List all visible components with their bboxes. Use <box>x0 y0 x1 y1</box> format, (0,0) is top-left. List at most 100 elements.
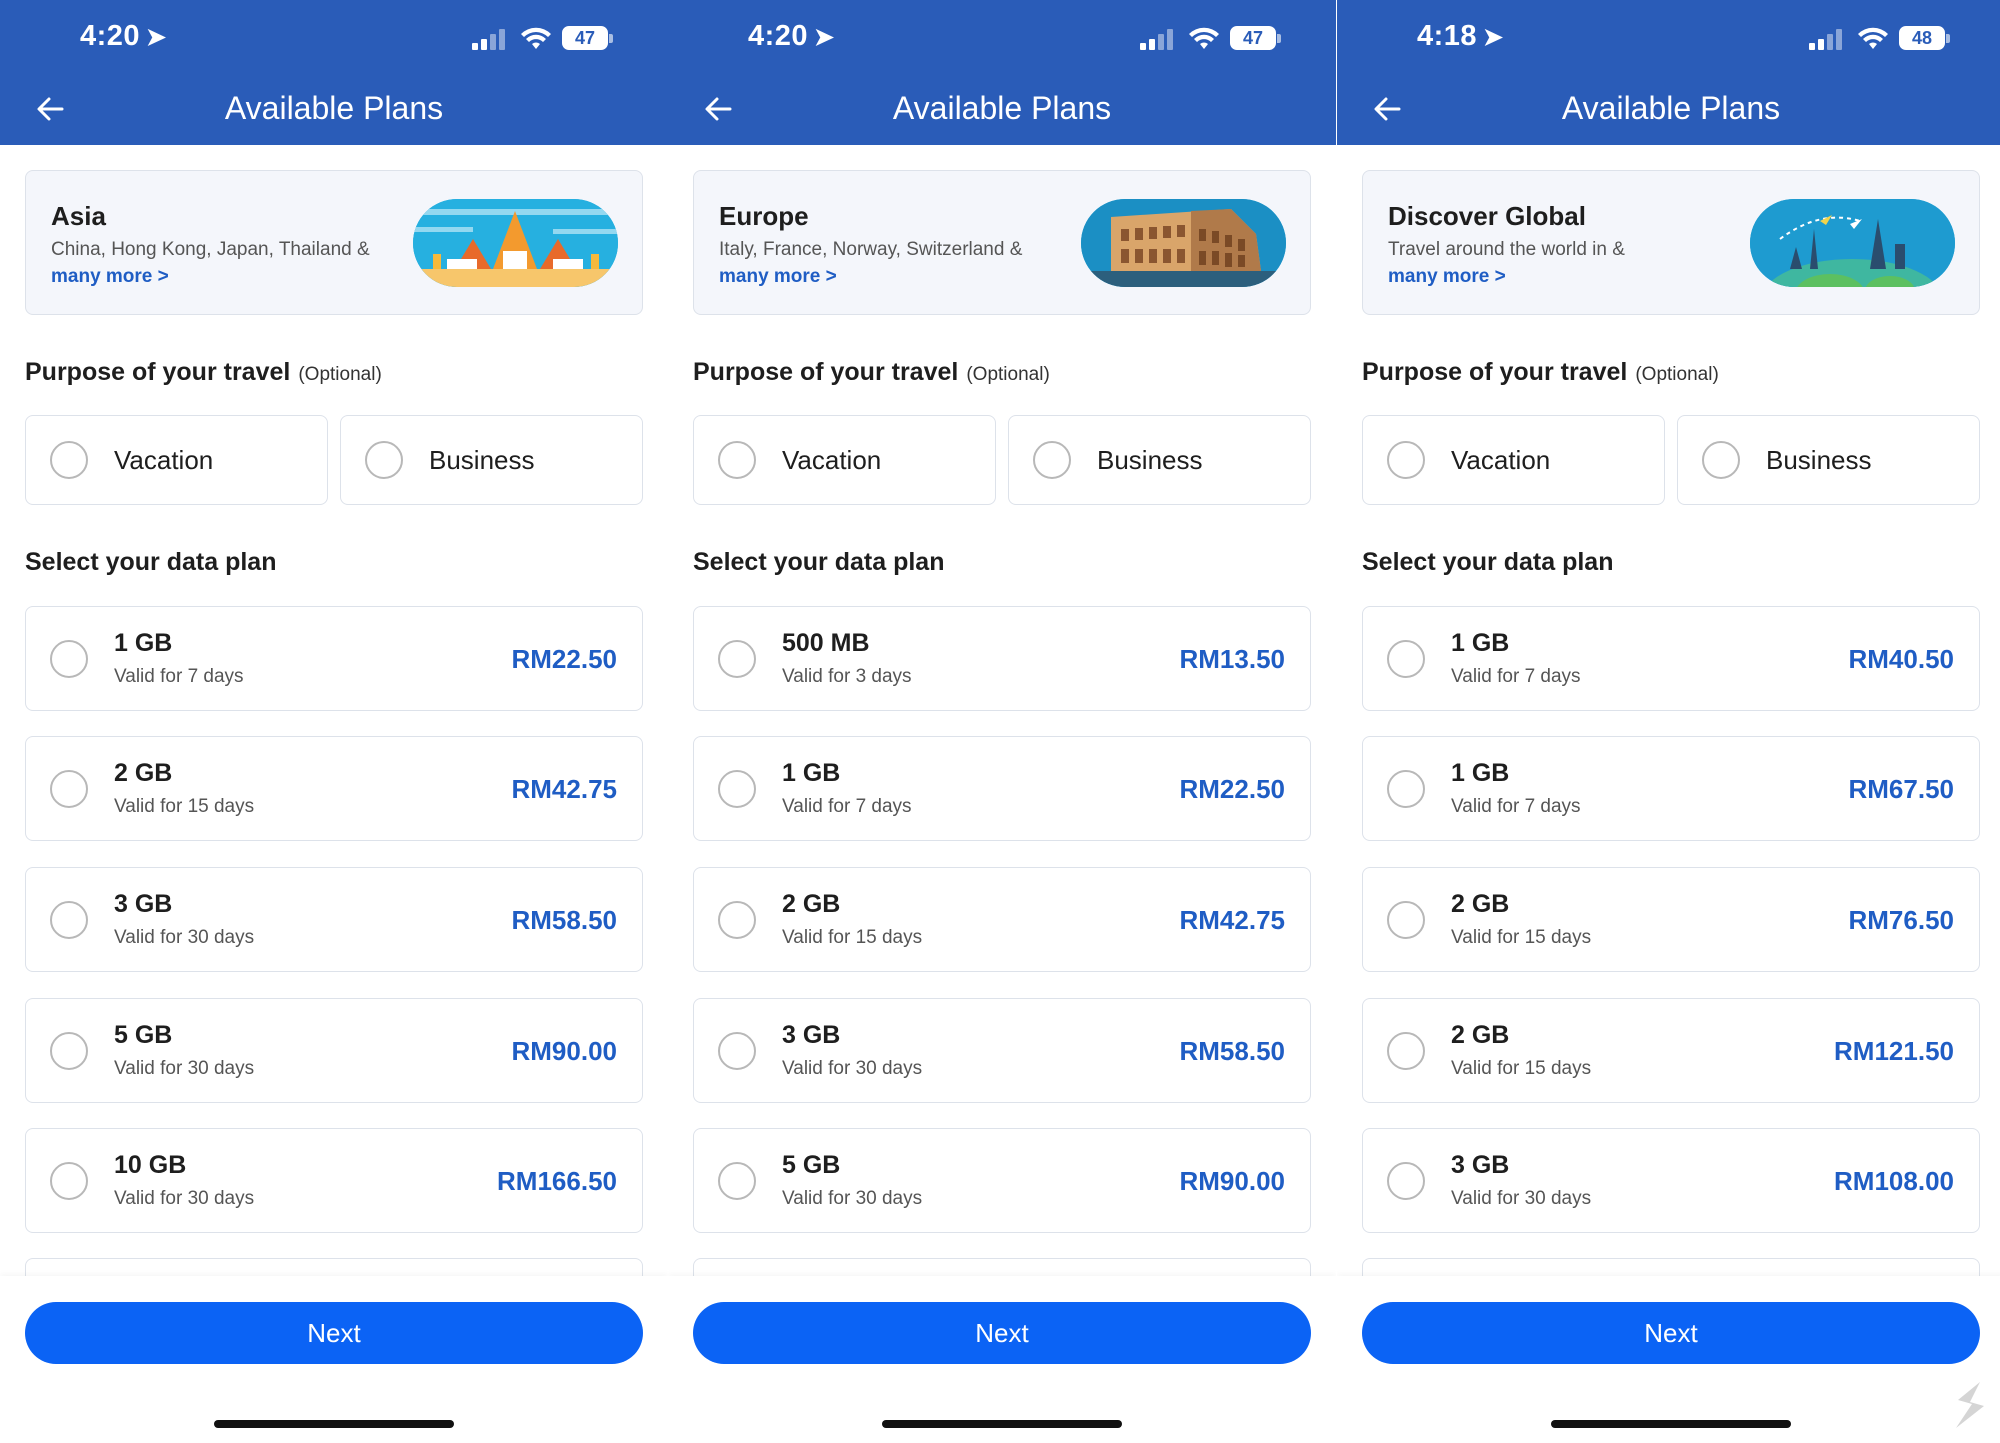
optional-label: (Optional) <box>298 364 382 385</box>
plan-validity: Valid for 30 days <box>782 1058 923 1079</box>
radio-button[interactable] <box>1387 1162 1425 1200</box>
radio-button[interactable] <box>1387 1032 1425 1070</box>
battery-icon: 47 <box>1230 26 1281 50</box>
status-time: 4:18 ➤ <box>1417 20 1504 52</box>
plan-size: 2 GB <box>782 890 841 918</box>
plan-price: RM13.50 <box>1179 644 1286 674</box>
optional-label: (Optional) <box>1635 364 1719 385</box>
radio-button[interactable] <box>718 770 756 808</box>
destination-description: China, Hong Kong, Japan, Thailand & <box>51 239 370 260</box>
globe-illustration-icon <box>1750 199 1955 287</box>
many-more-link[interactable]: many more > <box>719 266 837 288</box>
purpose-option-vacation[interactable]: Vacation <box>693 415 996 505</box>
purpose-label: Business <box>1766 445 1872 475</box>
purpose-label: Business <box>429 445 535 475</box>
radio-button[interactable] <box>1702 441 1740 479</box>
page-title: Available Plans <box>1561 90 1781 126</box>
destination-card[interactable]: Asia China, Hong Kong, Japan, Thailand &… <box>25 170 643 315</box>
plan-option[interactable]: 3 GB Valid for 30 days RM58.50 <box>25 867 643 972</box>
radio-button[interactable] <box>1387 770 1425 808</box>
purpose-option-business[interactable]: Business <box>340 415 643 505</box>
plan-option[interactable]: 500 MB Valid for 3 days RM13.50 <box>693 606 1311 711</box>
plan-option[interactable]: 5 GB Valid for 30 days RM90.00 <box>693 1128 1311 1233</box>
data-plan-section-title: Select your data plan <box>693 548 945 576</box>
plan-option[interactable]: 2 GB Valid for 15 days RM42.75 <box>693 867 1311 972</box>
radio-button[interactable] <box>50 1162 88 1200</box>
cellular-signal-icon <box>1809 28 1845 50</box>
plan-option[interactable]: 2 GB Valid for 15 days RM42.75 <box>25 736 643 841</box>
radio-button[interactable] <box>1387 640 1425 678</box>
home-indicator[interactable] <box>214 1420 454 1428</box>
radio-button[interactable] <box>718 901 756 939</box>
plan-price: RM166.50 <box>497 1166 617 1196</box>
radio-button[interactable] <box>50 640 88 678</box>
plan-price: RM40.50 <box>1848 644 1955 674</box>
cellular-signal-icon <box>472 28 508 50</box>
radio-button[interactable] <box>50 901 88 939</box>
radio-button[interactable] <box>718 1032 756 1070</box>
radio-button[interactable] <box>50 770 88 808</box>
plan-price: RM108.00 <box>1834 1166 1954 1196</box>
purpose-option-business[interactable]: Business <box>1008 415 1311 505</box>
optional-label: (Optional) <box>966 364 1050 385</box>
purpose-label: Business <box>1097 445 1203 475</box>
plan-validity: Valid for 7 days <box>1451 666 1581 687</box>
next-button[interactable]: Next <box>1362 1302 1980 1364</box>
plan-option[interactable]: 5 GB Valid for 30 days RM90.00 <box>25 998 643 1103</box>
plan-option[interactable]: 1 GB Valid for 7 days RM22.50 <box>693 736 1311 841</box>
next-button[interactable]: Next <box>693 1302 1311 1364</box>
radio-button[interactable] <box>1387 441 1425 479</box>
purpose-option-business[interactable]: Business <box>1677 415 1980 505</box>
page-title: Available Plans <box>224 90 444 126</box>
many-more-link[interactable]: many more > <box>51 266 169 288</box>
screenshot-row: 4:20 ➤ 47 Available Plans Asia China, Hon… <box>0 0 2000 1443</box>
radio-button[interactable] <box>718 1162 756 1200</box>
plan-option[interactable]: 3 GB Valid for 30 days RM58.50 <box>693 998 1311 1103</box>
purpose-section-title: Purpose of your travel (Optional) <box>25 358 382 386</box>
purpose-option-vacation[interactable]: Vacation <box>1362 415 1665 505</box>
home-indicator[interactable] <box>882 1420 1122 1428</box>
plan-validity: Valid for 15 days <box>782 927 923 948</box>
destination-card[interactable]: Discover Global Travel around the world … <box>1362 170 1980 315</box>
plan-option[interactable]: 2 GB Valid for 15 days RM76.50 <box>1362 867 1980 972</box>
radio-button[interactable] <box>365 441 403 479</box>
status-time: 4:20 ➤ <box>80 20 167 52</box>
plan-option[interactable]: 1 GB Valid for 7 days RM40.50 <box>1362 606 1980 711</box>
purpose-section-title: Purpose of your travel (Optional) <box>1362 358 1719 386</box>
plan-option[interactable]: 10 GB Valid for 30 days RM166.50 <box>25 1128 643 1233</box>
temple-illustration-icon <box>413 199 618 287</box>
plan-option[interactable]: 1 GB Valid for 7 days RM67.50 <box>1362 736 1980 841</box>
radio-button[interactable] <box>718 441 756 479</box>
plan-price: RM22.50 <box>511 644 618 674</box>
plan-validity: Valid for 7 days <box>782 796 912 817</box>
radio-button[interactable] <box>1033 441 1071 479</box>
plan-size: 2 GB <box>1451 890 1510 918</box>
many-more-link[interactable]: many more > <box>1388 266 1506 288</box>
radio-button[interactable] <box>50 441 88 479</box>
plan-size: 1 GB <box>114 629 173 657</box>
next-button[interactable]: Next <box>25 1302 643 1364</box>
plan-option[interactable]: 2 GB Valid for 15 days RM121.50 <box>1362 998 1980 1103</box>
plan-size: 5 GB <box>114 1021 173 1049</box>
purpose-label: Vacation <box>782 445 882 475</box>
radio-button[interactable] <box>50 1032 88 1070</box>
plan-validity: Valid for 30 days <box>114 1188 255 1209</box>
plan-option[interactable]: 1 GB Valid for 7 days RM22.50 <box>25 606 643 711</box>
plan-price: RM58.50 <box>511 905 618 935</box>
wifi-icon <box>1858 27 1888 49</box>
plan-size: 1 GB <box>782 759 841 787</box>
plan-validity: Valid for 15 days <box>1451 1058 1592 1079</box>
purpose-section-title: Purpose of your travel (Optional) <box>693 358 1050 386</box>
plan-option[interactable]: 3 GB Valid for 30 days RM108.00 <box>1362 1128 1980 1233</box>
home-indicator[interactable] <box>1551 1420 1791 1428</box>
radio-button[interactable] <box>1387 901 1425 939</box>
phone-screen-europe: 4:20 ➤ 47 Available Plans Europe Italy, F… <box>668 0 1336 1443</box>
plan-size: 2 GB <box>1451 1021 1510 1049</box>
status-time: 4:20 ➤ <box>748 20 835 52</box>
destination-card[interactable]: Europe Italy, France, Norway, Switzerlan… <box>693 170 1311 315</box>
plan-size: 3 GB <box>782 1021 841 1049</box>
purpose-option-vacation[interactable]: Vacation <box>25 415 328 505</box>
radio-button[interactable] <box>718 640 756 678</box>
destination-description: Travel around the world in & <box>1388 239 1625 260</box>
plan-size: 1 GB <box>1451 629 1510 657</box>
